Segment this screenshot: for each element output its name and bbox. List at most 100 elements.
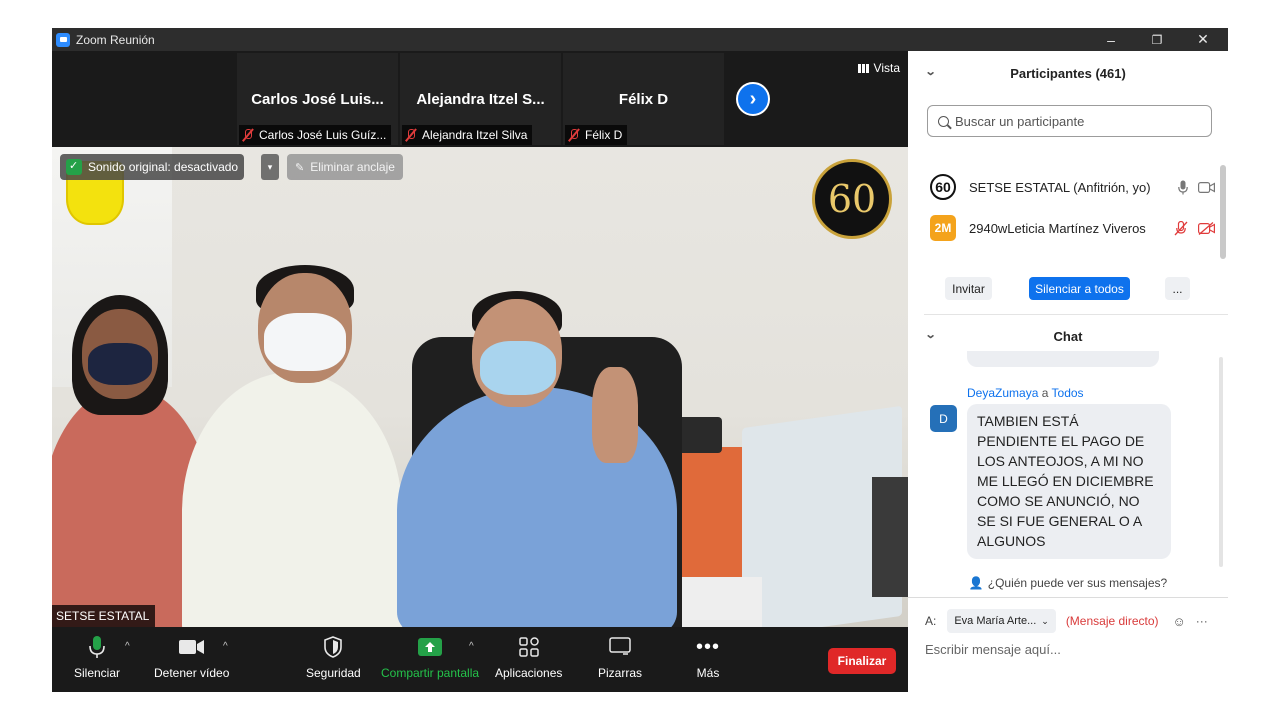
video-off-icon — [1198, 221, 1215, 235]
video-camera-icon — [178, 635, 205, 659]
participants-scrollbar[interactable] — [1220, 165, 1226, 259]
compose-divider — [908, 597, 1228, 598]
thumbnail-tile[interactable]: Carlos José Luis... Carlos José Luis Guí… — [237, 53, 398, 145]
speaker-name-tag: SETSE ESTATAL — [52, 605, 156, 627]
end-meeting-button[interactable]: Finalizar — [828, 648, 896, 674]
microphone-icon — [89, 635, 105, 659]
participant-name: SETSE ESTATAL (Anfitrión, yo) — [969, 179, 1151, 195]
avatar: 2M — [930, 215, 956, 241]
chevron-down-icon: ⌄ — [1041, 615, 1049, 626]
participant-row[interactable]: 60 SETSE ESTATAL (Anfitrión, yo) — [930, 170, 1215, 204]
share-options-caret[interactable]: ^ — [469, 641, 474, 652]
participant-name: 2940wLeticia Martínez Viveros — [969, 220, 1146, 236]
who-can-see-link[interactable]: 👤 ¿Quién puede ver sus mensajes? — [908, 576, 1228, 590]
zoom-logo-icon — [56, 32, 70, 47]
apps-icon — [518, 635, 539, 659]
shield-icon — [324, 635, 343, 659]
more-dots-icon: ••• — [696, 635, 721, 658]
whiteboard-icon — [609, 635, 631, 659]
remove-pin-label: Eliminar anclaje — [310, 160, 395, 174]
pin-icon: ✎ — [295, 161, 305, 174]
search-icon — [938, 115, 949, 127]
view-button[interactable]: Vista — [857, 61, 900, 75]
thumbnail-label-text: Alejandra Itzel Silva — [422, 128, 528, 142]
meeting-toolbar: Silenciar ^ Detener vídeo ^ Seguridad Co… — [52, 627, 908, 692]
chat-sender-name: DeyaZumaya — [967, 386, 1039, 400]
video-person-mask — [480, 341, 556, 395]
thumbnail-tile[interactable]: Félix D Félix D — [563, 53, 724, 145]
participant-search-input[interactable]: Buscar un participante — [927, 105, 1212, 137]
mute-all-button[interactable]: Silenciar a todos — [1029, 277, 1130, 300]
chat-compose-input[interactable]: Escribir mensaje aquí... — [925, 642, 1061, 657]
window-title: Zoom Reunión — [76, 32, 155, 47]
mic-muted-icon — [1174, 220, 1188, 235]
anniversary-60-logo: 60 — [812, 159, 892, 239]
video-person-mask — [264, 313, 346, 371]
chat-recipient: Todos — [1051, 386, 1084, 400]
mute-button[interactable]: Silenciar — [74, 635, 120, 680]
microphone-icon — [1178, 180, 1188, 194]
previous-message-bubble — [967, 351, 1159, 367]
thumbnail-label-text: Félix D — [585, 128, 623, 142]
original-sound-label: Sonido original: desactivado — [88, 160, 239, 174]
main-video[interactable]: 60 Sonido original: desactivado ▾ ✎ Elimi… — [52, 147, 908, 627]
share-screen-button[interactable]: Compartir pantalla — [381, 635, 479, 680]
whiteboards-button[interactable]: Pizarras — [598, 635, 642, 680]
stop-video-label: Detener vídeo — [154, 666, 230, 680]
audio-options-caret[interactable]: ^ — [125, 641, 130, 652]
title-bar: Zoom Reunión – ❐ ✕ — [52, 28, 1228, 51]
emoji-icon[interactable]: ☺ — [1173, 614, 1186, 629]
chat-message-header: DeyaZumaya a Todos — [967, 386, 1084, 400]
more-button[interactable]: ••• Más — [696, 635, 721, 681]
thumbnail-tile[interactable]: Alejandra Itzel S... Alejandra Itzel Sil… — [400, 53, 561, 145]
stop-video-button[interactable]: Detener vídeo — [154, 635, 229, 680]
participants-more-button[interactable]: ... — [1165, 277, 1190, 300]
recipient-select[interactable]: Eva María Arte... ⌄ — [947, 609, 1056, 633]
restore-button[interactable]: ❐ — [1134, 28, 1180, 51]
thumbnail-label: Félix D — [565, 125, 628, 145]
original-sound-menu-button[interactable]: ▾ — [261, 154, 279, 180]
mic-muted-icon — [568, 128, 580, 142]
chat-message-bubble: TAMBIEN ESTÁ PENDIENTE EL PAGO DE LOS AN… — [967, 404, 1171, 559]
video-person-mask — [88, 343, 152, 385]
thumbnail-name: Carlos José Luis... — [251, 91, 384, 108]
remove-pin-button[interactable]: ✎ Eliminar anclaje — [287, 154, 403, 180]
thumbnail-label: Alejandra Itzel Silva — [402, 125, 533, 145]
original-sound-toggle[interactable]: Sonido original: desactivado — [60, 154, 245, 180]
invite-button[interactable]: Invitar — [945, 277, 992, 300]
thumbnail-name: Félix D — [618, 91, 669, 108]
to-label: A: — [925, 614, 937, 628]
participants-title: Participantes (461) — [1010, 65, 1126, 81]
minimize-button[interactable]: – — [1088, 28, 1134, 51]
avatar: D — [930, 405, 957, 432]
zoom-window: Zoom Reunión – ❐ ✕ Carlos José Luis... C… — [52, 28, 1228, 692]
chat-to-word: a — [1041, 386, 1049, 400]
participant-row[interactable]: 2M 2940wLeticia Martínez Viveros — [930, 211, 1215, 245]
video-scene-box — [872, 477, 908, 597]
apps-button[interactable]: Aplicaciones — [495, 635, 562, 680]
collapse-participants-icon[interactable]: ⌄ — [925, 65, 937, 78]
mic-muted-icon — [242, 128, 254, 142]
share-screen-label: Compartir pantalla — [381, 666, 480, 680]
collapse-chat-icon[interactable]: ⌄ — [925, 328, 937, 341]
participant-search-placeholder: Buscar un participante — [955, 113, 1085, 129]
close-button[interactable]: ✕ — [1180, 28, 1226, 51]
security-label: Seguridad — [306, 666, 361, 680]
chat-more-icon[interactable]: ··· — [1196, 614, 1208, 628]
chat-recipient-row: A: Eva María Arte... ⌄ (Mensaje directo) … — [925, 609, 1208, 633]
next-page-button[interactable]: › — [736, 82, 770, 116]
apps-label: Aplicaciones — [495, 666, 563, 680]
who-can-see-label: ¿Quién puede ver sus mensajes? — [987, 576, 1168, 590]
video-options-caret[interactable]: ^ — [223, 641, 228, 652]
direct-message-label: (Mensaje directo) — [1065, 614, 1159, 628]
side-panel: ⌄ Participantes (461) Buscar un particip… — [908, 51, 1228, 692]
whiteboards-label: Pizarras — [598, 666, 643, 680]
chat-scrollbar[interactable] — [1219, 357, 1223, 567]
chat-title: Chat — [1053, 328, 1083, 344]
security-button[interactable]: Seguridad — [306, 635, 361, 680]
view-label: Vista — [873, 61, 900, 75]
more-label: Más — [696, 666, 720, 680]
share-screen-icon — [418, 635, 443, 659]
video-area: Carlos José Luis... Carlos José Luis Guí… — [52, 51, 908, 692]
participants-header: ⌄ Participantes (461) — [908, 51, 1228, 95]
